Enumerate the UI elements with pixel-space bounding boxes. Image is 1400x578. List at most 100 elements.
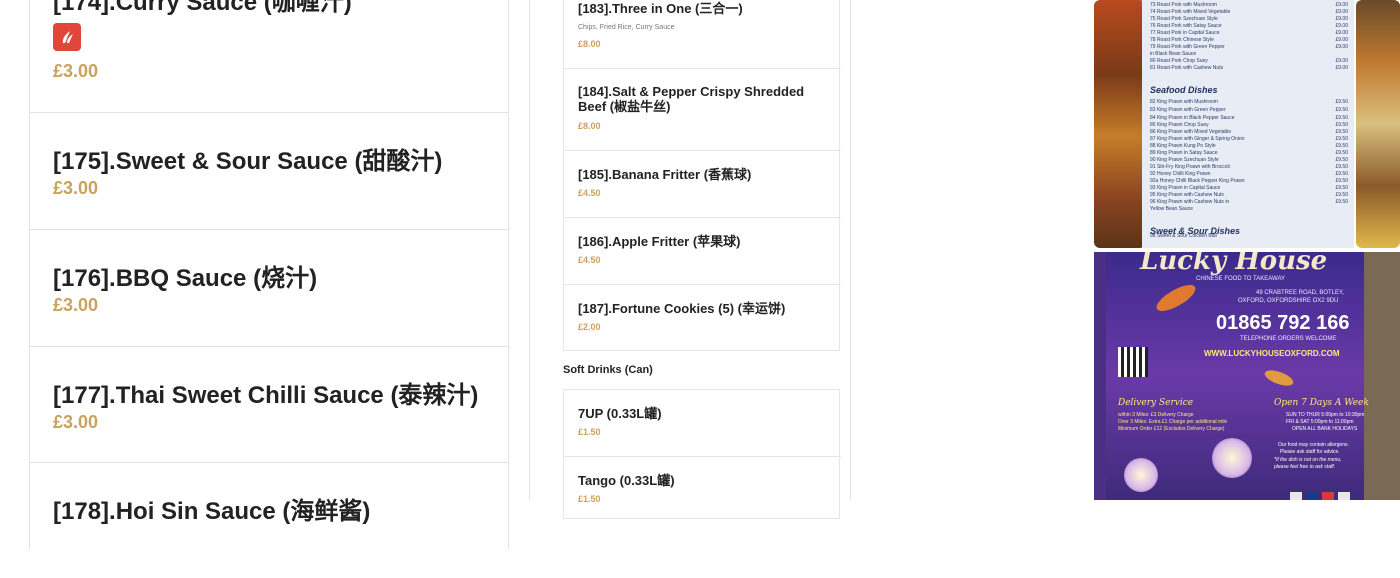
menu-line: 85 King Prawn Chop Suey £9.50	[1150, 122, 1348, 128]
menu-line: 82 King Prawn with Mushroom £9.50	[1150, 99, 1348, 105]
menu-line: 89 King Prawn in Satay Sauce £9.50	[1150, 150, 1348, 156]
divider	[564, 68, 841, 69]
menu-item-174[interactable]: [174].Curry Sauce (咖喱汁) £3.00	[29, 0, 509, 81]
open-title: Open 7 Days A Week	[1274, 398, 1369, 408]
menu-line-price: £9.00	[1335, 65, 1348, 71]
menu-item-176[interactable]: [176].BBQ Sauce (烧汁) £3.00	[29, 229, 509, 345]
flyer-phone-label: TELEPHONE ORDERS WELCOME	[1240, 336, 1337, 342]
menu-line-text: 77 Roast Pork in Capital Sauce	[1150, 30, 1220, 36]
qr-code	[1118, 347, 1148, 377]
menu-line-text: 92 Honey Chilli King Prawn	[1150, 171, 1211, 177]
menu-line-text: 93 King Prawn in Capital Sauce	[1150, 185, 1221, 191]
menu-line: in Black Bean Sauce	[1150, 51, 1348, 57]
menu-line-price: £9.00	[1335, 37, 1348, 43]
menu-line-price: £9.00	[1335, 2, 1348, 8]
menu-line-price: £9.50	[1335, 178, 1348, 184]
flyer-address: OXFORD, OXFORDSHIRE OX2 9DU	[1238, 298, 1339, 304]
menu-line: 75 Roast Pork Szechuan Style £9.00	[1150, 16, 1348, 22]
menu-item-title: [175].Sweet & Sour Sauce (甜酸汁)	[53, 148, 443, 175]
menu-line-text: 89 King Prawn in Satay Sauce	[1150, 150, 1218, 156]
menu-line-text: 92a Honey Chilli Black Pepper King Prawn	[1150, 178, 1245, 184]
menu-line-text: 80 Roast Pork Chop Suey	[1150, 58, 1208, 64]
menu-line-price: £9.00	[1335, 9, 1348, 15]
menu-item-price: £3.00	[53, 295, 99, 315]
food-photo-left	[1094, 0, 1146, 248]
menu-item-175[interactable]: [175].Sweet & Sour Sauce (甜酸汁) £3.00	[29, 112, 509, 228]
menu-line: 92a Honey Chilli Black Pepper King Prawn…	[1150, 178, 1348, 184]
divider	[564, 284, 841, 285]
menu-line-price: £9.50	[1335, 192, 1348, 198]
menu-line: 78 Roast Pork Chinese Style £9.00	[1150, 37, 1348, 43]
menu-item-177[interactable]: [177].Thai Sweet Chilli Sauce (泰辣汁) £3.0…	[29, 346, 509, 462]
menu-item-price: £8.00	[578, 121, 601, 131]
menu-line-text: 76 Roast Pork with Satay Sauce	[1150, 23, 1222, 29]
menu-line-price: £9.50	[1335, 129, 1348, 135]
menu-item-title[interactable]: [187].Fortune Cookies (5) (幸运饼)	[578, 301, 785, 316]
flyer-logo: Lucky House	[1140, 252, 1328, 276]
mid-column-border	[529, 0, 530, 500]
menu-section-heading: Seafood Dishes	[1150, 85, 1218, 95]
menu-item-title[interactable]: [183].Three in One (三合一)	[578, 1, 743, 16]
card-logo-icon	[1338, 492, 1350, 500]
menu-line-text: Yellow Bean Sauce	[1150, 206, 1193, 212]
menu-line: 86 King Prawn with Mixed Vegetable £9.50	[1150, 129, 1348, 135]
menu-line-text: 78 Roast Pork Chinese Style	[1150, 37, 1214, 43]
chili-icon	[62, 31, 73, 43]
menu-line-text: 90 King Prawn Szechuan Style	[1150, 157, 1219, 163]
menu-item-title[interactable]: [184].Salt & Pepper Crispy Shredded Beef…	[578, 84, 828, 114]
allergy-note: *If the dish is not on the menu,	[1274, 457, 1342, 463]
menu-line: 90 King Prawn Szechuan Style £9.50	[1150, 157, 1348, 163]
open-hours: FRI & SAT 5:00pm to 11:00pm	[1286, 419, 1354, 425]
menu-line-price: £9.50	[1335, 107, 1348, 113]
menu-line-price: £9.50	[1335, 136, 1348, 142]
menu-line: 80 Roast Pork Chop Suey £9.00	[1150, 58, 1348, 64]
menu-item-title: [176].BBQ Sauce (烧汁)	[53, 265, 318, 292]
menu-line-price: £9.50	[1335, 185, 1348, 191]
delivery-title: Delivery Service	[1118, 398, 1194, 408]
menu-line-text: 95 King Prawn with Cashew Nuts	[1150, 192, 1224, 198]
section-heading: Soft Drinks (Can)	[563, 364, 653, 376]
menu-price-list: 73 Roast Pork with Mushroom £9.00 74 Roast…	[1142, 0, 1354, 248]
menu-item-price: £3.00	[53, 412, 99, 432]
menu-item-description: Chips, Fried Rice, Curry Sauce	[578, 24, 675, 31]
menu-line-price: £9.50	[1335, 199, 1348, 205]
menu-line-text: 96 King Prawn with Cashew Nuts in	[1150, 199, 1230, 205]
menu-section-heading: Sweet & Sour Dishes	[1150, 226, 1241, 236]
menu-item-price: £1.50	[578, 427, 601, 437]
spicy-icon	[53, 23, 81, 51]
menu-line-text: 91 Stir-Fry King Prawn with Broccoli	[1150, 164, 1230, 170]
menu-line: 74 Roast Pork with Mixed Vegetable £9.00	[1150, 9, 1348, 15]
menu-line-text: 85 King Prawn Chop Suey	[1150, 122, 1209, 128]
lantern-icon	[1212, 438, 1252, 478]
flyer-address: 49 CRABTREE ROAD, BOTLEY,	[1256, 290, 1344, 296]
menu-item-title[interactable]: [185].Banana Fritter (香蕉球)	[578, 167, 751, 182]
divider	[564, 217, 841, 218]
menu-line: 83 King Prawn with Green Pepper £9.50	[1150, 107, 1348, 113]
mid-column-border	[850, 0, 851, 500]
menu-line-text: 87 King Prawn with Ginger & Spring Onion	[1150, 136, 1245, 142]
menu-item-list-small: [183].Three in One (三合一) Chips, Fried Ri…	[529, 0, 851, 519]
lantern-icon	[1124, 458, 1158, 492]
menu-photo[interactable]: 73 Roast Pork with Mushroom £9.00 74 Roast…	[1094, 0, 1400, 248]
flyer-photo[interactable]: Lucky House CHINESE FOOD TO TAKEAWAY 49 …	[1094, 252, 1400, 500]
menu-line-price: £9.50	[1335, 99, 1348, 105]
menu-item-178[interactable]: [178].Hoi Sin Sauce (海鲜酱)	[29, 462, 509, 578]
menu-item-price: £8.00	[578, 39, 601, 49]
menu-line-text: 86 King Prawn with Mixed Vegetable	[1150, 129, 1232, 135]
card-logo-icon	[1306, 492, 1318, 500]
open-hours: SUN TO THUR 5:00pm to 10:30pm	[1286, 412, 1365, 418]
menu-item-title[interactable]: 7UP (0.33L罐)	[578, 406, 662, 421]
menu-line-text: 82 King Prawn with Mushroom	[1150, 99, 1218, 105]
menu-line-price: £9.50	[1335, 115, 1348, 121]
menu-line: 93 King Prawn in Capital Sauce £9.50	[1150, 185, 1348, 191]
divider	[564, 150, 841, 151]
menu-item-price: £3.00	[53, 61, 99, 81]
menu-line: Yellow Bean Sauce	[1150, 206, 1348, 212]
menu-line-price: £9.00	[1335, 44, 1348, 50]
menu-line-text: 88 King Prawn Kung Po Style	[1150, 143, 1216, 149]
allergy-note: Our food may contain allergens.	[1278, 442, 1349, 448]
menu-line-price: £9.00	[1335, 23, 1348, 29]
menu-item-title[interactable]: Tango (0.33L罐)	[578, 473, 675, 488]
flyer-phone: 01865 792 166	[1216, 312, 1350, 334]
menu-item-title[interactable]: [186].Apple Fritter (苹果球)	[578, 234, 741, 249]
